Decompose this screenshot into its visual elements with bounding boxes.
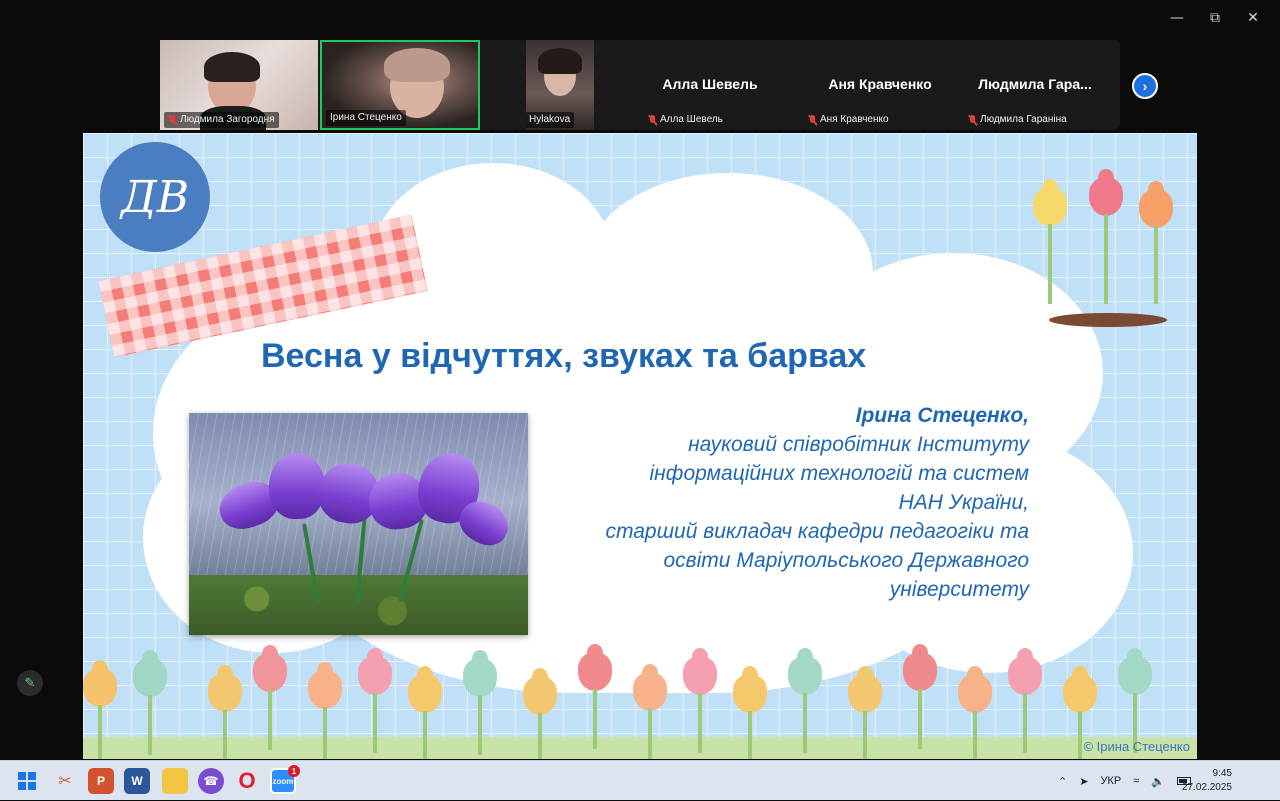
participant-name-tag: Людмила Гаранiна (964, 112, 1071, 128)
participant-name-tile[interactable]: Алла Шевель Алла Шевель (640, 40, 780, 130)
author-info: Ірина Стеценко, науковий співробітник Ін… (509, 401, 1030, 604)
windows-taskbar: ✂ P W ☎ O zoom 1 ⌃ ➤ УКР ≈ 🔈 9:45 27.02.… (0, 760, 1280, 800)
participant-name: Алла Шевель (660, 114, 723, 125)
tulip-stem (1104, 214, 1108, 304)
minimize-icon[interactable]: — (1160, 6, 1194, 30)
active-speaker-video-tile[interactable]: Ірина Стеценко (320, 40, 480, 130)
participant-name-tag: Людмила Загородня (164, 112, 279, 128)
clock-date: 27.02.2025 (1181, 782, 1232, 793)
participant-name-tag: Аня Кравченко (804, 112, 893, 128)
participant-display-name: Алла Шевель (662, 76, 758, 92)
notification-badge: 1 (288, 765, 300, 777)
file-explorer-icon[interactable] (162, 768, 188, 794)
opera-icon[interactable]: O (234, 768, 260, 794)
zoom-icon[interactable]: zoom 1 (270, 765, 300, 794)
crocus-photo (189, 413, 528, 635)
participant-name-tile[interactable]: Аня Кравченко Аня Кравченко (800, 40, 960, 130)
clock-time: 9:45 (1212, 768, 1232, 779)
language-indicator[interactable]: УКР (1100, 775, 1121, 787)
participant-strip: Людмила Загородня Ірина Стеценко Luda Hy… (160, 40, 1158, 130)
powerpoint-icon[interactable]: P (88, 768, 114, 794)
author-line: старший викладач кафедри педагогіки та (605, 520, 1030, 543)
participant-name: Людмила Гаранiна (980, 114, 1067, 125)
tulip-head (1033, 179, 1067, 226)
next-page-button[interactable]: › (1132, 73, 1158, 99)
shared-slide: ДВ Весна у відчуттях, звуках та барвах І… (83, 133, 1197, 759)
tulip-head (1139, 181, 1173, 228)
participant-display-name: Аня Кравченко (828, 76, 932, 92)
participant-name: Аня Кравченко (820, 114, 889, 125)
participant-name-tag: Luda Hylakova (526, 112, 575, 128)
tulip-border (83, 644, 1197, 759)
flower-pot-soil (1049, 313, 1167, 327)
annotate-pencil-icon[interactable]: ✎ (17, 670, 43, 696)
logo-text: ДВ (120, 171, 190, 223)
participant-name: Людмила Загородня (180, 114, 275, 125)
snipping-icon[interactable]: ✂ (52, 768, 78, 794)
tulip-stem (1154, 226, 1158, 304)
slide-copyright: © Ірина Стеценко (1083, 739, 1190, 754)
restore-icon[interactable]: ⧉ (1198, 6, 1232, 30)
mic-off-icon (808, 114, 817, 126)
grass-strip (83, 737, 1197, 759)
chevron-up-icon[interactable]: ⌃ (1058, 775, 1067, 788)
crocus-petal (269, 453, 325, 519)
slide-title: Весна у відчуттях, звуках та барвах (261, 337, 867, 375)
windows-logo-icon (18, 772, 36, 790)
tulip-stem (1048, 224, 1052, 304)
participant-name: Luda Hylakova (526, 114, 571, 125)
close-icon[interactable]: ✕ (1236, 6, 1270, 30)
mic-off-icon (648, 114, 657, 126)
logo: ДВ (100, 142, 210, 252)
participant-name-tile[interactable]: Людмила Гара... Людмила Гаранiна (960, 40, 1120, 130)
volume-icon[interactable]: 🔈 (1151, 775, 1165, 788)
participant-video-tile[interactable]: Людмила Загородня (160, 40, 318, 130)
author-line: університету (889, 578, 1029, 601)
wifi-icon[interactable]: ≈ (1133, 775, 1139, 787)
tulip-head (1089, 169, 1123, 216)
author-line: інформаційних технологій та систем (649, 462, 1030, 485)
mic-off-icon (968, 114, 977, 126)
author-line: освіти Маріупольського Державного (663, 549, 1029, 572)
system-tray: ⌃ ➤ УКР ≈ 🔈 (1058, 761, 1191, 801)
participant-name-tag: Ірина Стеценко (326, 110, 406, 126)
participant-name: Ірина Стеценко (330, 112, 402, 123)
word-icon[interactable]: W (124, 768, 150, 794)
window-controls: — ⧉ ✕ (1160, 6, 1270, 30)
participant-video-tile[interactable]: Luda Hylakova (526, 40, 594, 130)
zoom-meeting-window: — ⧉ ✕ Людмила Загородня Ірина Стеценко H… (0, 0, 1280, 760)
participant-hair (384, 48, 450, 82)
participant-display-name: Людмила Гара... (978, 76, 1092, 92)
participant-hair (204, 52, 260, 82)
zoom-label: zoom (272, 776, 294, 786)
author-line: НАН України, (898, 491, 1029, 514)
viber-icon[interactable]: ☎ (198, 768, 224, 794)
author-line: науковий співробітник Інституту (688, 433, 1029, 456)
start-icon[interactable] (14, 768, 40, 794)
mic-off-icon (168, 114, 177, 126)
taskbar-clock[interactable]: 9:45 27.02.2025 (1182, 767, 1232, 795)
participant-name-tag: Алла Шевель (644, 112, 727, 128)
author-name: Ірина Стеценко, (855, 404, 1029, 427)
location-icon[interactable]: ➤ (1079, 775, 1088, 788)
participant-hair (538, 48, 582, 74)
